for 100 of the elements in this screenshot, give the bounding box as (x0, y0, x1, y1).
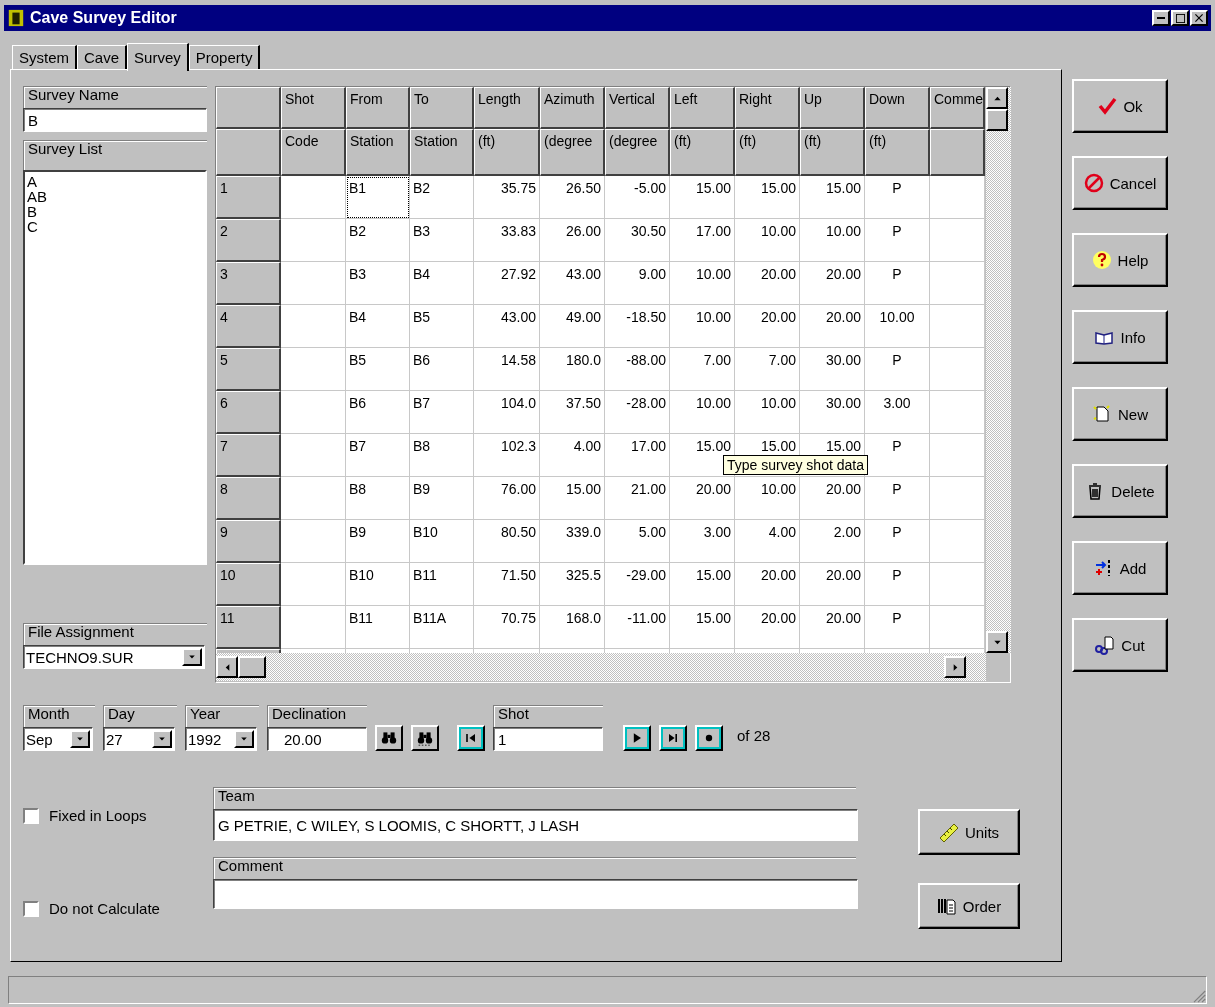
table-cell[interactable]: P (892, 610, 902, 626)
new-button[interactable]: New (1072, 387, 1168, 441)
table-cell[interactable] (930, 391, 985, 434)
table-cell[interactable]: 17.00 (695, 223, 731, 239)
next-button[interactable] (623, 725, 651, 751)
delete-button[interactable]: Delete (1072, 464, 1168, 518)
table-cell[interactable]: B11 (413, 567, 437, 583)
day-dropdown[interactable]: 27 (103, 727, 175, 751)
table-cell[interactable] (281, 348, 346, 391)
table-cell[interactable]: 9.00 (638, 266, 666, 282)
table-cell[interactable]: 10.00 (760, 395, 796, 411)
table-cell[interactable] (930, 520, 985, 563)
table-cell[interactable]: B3 (413, 223, 431, 239)
table-cell[interactable] (281, 219, 346, 262)
horizontal-scrollbar[interactable] (216, 653, 986, 681)
table-cell[interactable]: 15.00 (825, 180, 861, 196)
table-cell[interactable]: -88.00 (626, 352, 666, 368)
units-button[interactable]: Units (918, 809, 1020, 855)
table-cell[interactable]: B8 (346, 477, 410, 520)
list-item[interactable]: A (27, 174, 203, 189)
order-button[interactable]: Order (918, 883, 1020, 929)
table-cell[interactable] (281, 606, 346, 649)
table-cell[interactable]: B5 (413, 309, 431, 325)
table-cell[interactable]: 20.00 (825, 610, 861, 626)
table-cell[interactable]: 20.00 (695, 481, 731, 497)
cut-button[interactable]: Cut (1072, 618, 1168, 672)
table-cell[interactable]: -28.00 (626, 395, 666, 411)
table-cell[interactable]: 5.00 (638, 524, 666, 540)
table-cell[interactable]: P (892, 180, 902, 196)
table-cell[interactable]: -11.00 (627, 610, 666, 626)
table-cell[interactable]: -5.00 (634, 180, 666, 196)
table-cell[interactable]: 7.00 (768, 352, 796, 368)
table-cell[interactable]: 168.0 (565, 610, 601, 626)
table-cell[interactable]: B10 (346, 563, 410, 606)
team-field[interactable]: G PETRIE, C WILEY, S LOOMIS, C SHORTT, J LASH (213, 809, 858, 841)
table-cell[interactable] (930, 262, 985, 305)
table-cell[interactable]: B7 (413, 395, 431, 411)
table-cell[interactable]: P (892, 266, 902, 282)
table-cell[interactable]: 3.00 (703, 524, 731, 540)
table-cell[interactable]: 21.00 (630, 481, 666, 497)
table-cell[interactable]: 20.00 (760, 610, 796, 626)
table-cell[interactable]: 4.00 (768, 524, 796, 540)
month-dropdown[interactable]: Sep (23, 727, 93, 751)
table-cell[interactable]: 76.00 (500, 481, 536, 497)
table-cell[interactable]: 14.58 (500, 352, 536, 368)
table-cell[interactable]: 10.00 (695, 309, 731, 325)
comment-field[interactable] (213, 879, 858, 909)
table-cell[interactable]: 80.50 (500, 524, 536, 540)
table-cell[interactable] (281, 477, 346, 520)
table-cell[interactable] (930, 434, 985, 477)
table-cell[interactable]: 26.50 (565, 180, 601, 196)
previous-button[interactable] (457, 725, 485, 751)
table-cell[interactable]: 7.00 (703, 352, 731, 368)
table-cell[interactable]: B11A (413, 610, 447, 626)
table-cell[interactable]: 10.00 (695, 395, 731, 411)
table-cell[interactable]: 15.00 (695, 567, 731, 583)
scroll-thumb[interactable] (238, 656, 266, 678)
table-cell[interactable]: 43.00 (500, 309, 536, 325)
table-cell[interactable]: 339.0 (565, 524, 601, 540)
add-button[interactable]: Add (1072, 541, 1168, 595)
table-cell[interactable]: 10.00 (760, 481, 796, 497)
table-cell[interactable]: 15.00 (760, 438, 796, 454)
skip-forward-button[interactable] (659, 725, 687, 751)
info-button[interactable]: Info (1072, 310, 1168, 364)
table-cell[interactable]: 20.00 (760, 309, 796, 325)
table-cell[interactable] (930, 477, 985, 520)
shot-field[interactable]: 1 (493, 727, 603, 751)
tab[interactable]: System (12, 45, 77, 69)
table-cell[interactable]: 10.00 (695, 266, 731, 282)
table-cell[interactable]: 37.50 (565, 395, 601, 411)
checkbox[interactable] (23, 900, 39, 917)
table-cell[interactable]: 20.00 (825, 266, 861, 282)
table-cell[interactable]: 180.0 (565, 352, 601, 368)
table-cell[interactable] (281, 176, 346, 219)
table-cell[interactable]: 104.0 (500, 395, 536, 411)
table-cell[interactable]: 17.00 (630, 438, 666, 454)
table-cell[interactable]: P (892, 438, 902, 454)
table-cell[interactable] (930, 176, 985, 219)
table-cell[interactable]: P (892, 481, 902, 497)
table-cell[interactable] (930, 563, 985, 606)
scroll-up-button[interactable] (986, 87, 1008, 109)
table-cell[interactable]: 4.00 (573, 438, 601, 454)
table-cell[interactable]: -18.50 (626, 309, 666, 325)
table-cell[interactable]: B10 (413, 524, 438, 540)
table-cell[interactable]: 49.00 (565, 309, 601, 325)
find-next-button[interactable] (411, 725, 439, 751)
table-cell[interactable] (930, 348, 985, 391)
table-cell[interactable]: 20.00 (825, 567, 861, 583)
table-cell[interactable]: 26.00 (565, 223, 601, 239)
table-cell[interactable] (281, 563, 346, 606)
table-cell[interactable]: -29.00 (626, 567, 666, 583)
vertical-scrollbar[interactable] (986, 87, 1011, 653)
table-cell[interactable]: 15.00 (695, 438, 731, 454)
list-item[interactable]: B (27, 204, 203, 219)
table-cell[interactable]: B5 (346, 348, 410, 391)
tab[interactable]: Survey (127, 43, 189, 71)
table-cell[interactable]: B3 (346, 262, 410, 305)
table-cell[interactable]: 325.5 (565, 567, 601, 583)
table-cell[interactable]: B6 (346, 391, 410, 434)
table-cell[interactable]: 20.00 (760, 266, 796, 282)
